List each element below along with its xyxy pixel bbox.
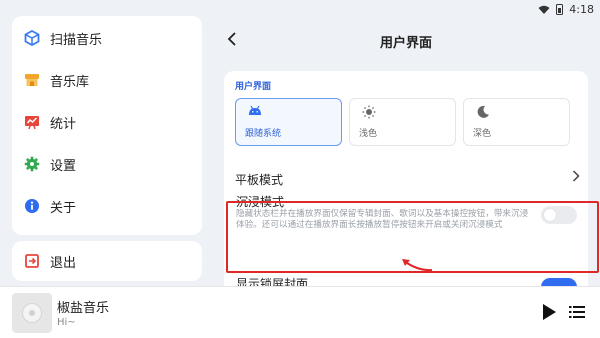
exit-button[interactable]: 退出 <box>24 249 76 273</box>
info-icon <box>24 198 40 214</box>
sun-icon <box>362 105 376 119</box>
page-title: 用户界面 <box>379 36 432 51</box>
list-icon <box>569 306 585 318</box>
sidebar-item-label: 关于 <box>50 200 77 216</box>
store-icon <box>24 72 40 88</box>
tablet-mode-row[interactable]: 平板模式 <box>235 171 283 188</box>
chart-icon <box>24 114 40 130</box>
theme-option-light[interactable]: 浅色 <box>349 98 456 146</box>
chevron-right-icon <box>572 170 580 186</box>
player-bar[interactable]: 椒盐音乐 Hi~ <box>0 286 600 338</box>
arrow-annotation-icon <box>402 259 433 272</box>
theme-option-system[interactable]: 跟随系统 <box>235 98 342 146</box>
theme-label: 深色 <box>473 129 492 139</box>
sidebar-item-label: 扫描音乐 <box>50 32 103 48</box>
exit-card: 退出 <box>12 241 202 281</box>
sidebar: 扫描音乐 音乐库 统计 设置 关于 <box>12 16 202 235</box>
song-subtitle: Hi~ <box>57 317 76 328</box>
sidebar-item-library[interactable]: 音乐库 <box>24 68 89 92</box>
queue-button[interactable] <box>569 304 585 323</box>
cube-icon <box>24 30 40 46</box>
section-label: 用户界面 <box>235 82 272 92</box>
wifi-icon <box>538 5 550 14</box>
exit-label: 退出 <box>50 255 77 271</box>
sidebar-item-stats[interactable]: 统计 <box>24 110 76 134</box>
play-button[interactable] <box>541 303 557 325</box>
sidebar-item-settings[interactable]: 设置 <box>24 152 76 176</box>
album-cover[interactable] <box>12 293 52 333</box>
song-title: 椒盐音乐 <box>57 301 110 316</box>
android-icon <box>249 105 261 115</box>
theme-label: 浅色 <box>359 129 378 139</box>
play-icon <box>543 304 556 320</box>
battery-icon <box>556 4 564 15</box>
sidebar-item-label: 统计 <box>50 116 77 132</box>
status-time: 4:18 <box>569 3 594 16</box>
sidebar-item-label: 音乐库 <box>50 74 90 90</box>
theme-label: 跟随系统 <box>245 129 282 139</box>
sidebar-item-label: 设置 <box>50 158 77 174</box>
theme-option-dark[interactable]: 深色 <box>463 98 570 146</box>
logout-icon <box>24 253 40 269</box>
sidebar-item-about[interactable]: 关于 <box>24 194 76 218</box>
gear-icon <box>24 156 40 172</box>
moon-icon <box>477 105 489 118</box>
disc-icon <box>22 303 42 323</box>
sidebar-item-scan[interactable]: 扫描音乐 <box>24 26 102 50</box>
